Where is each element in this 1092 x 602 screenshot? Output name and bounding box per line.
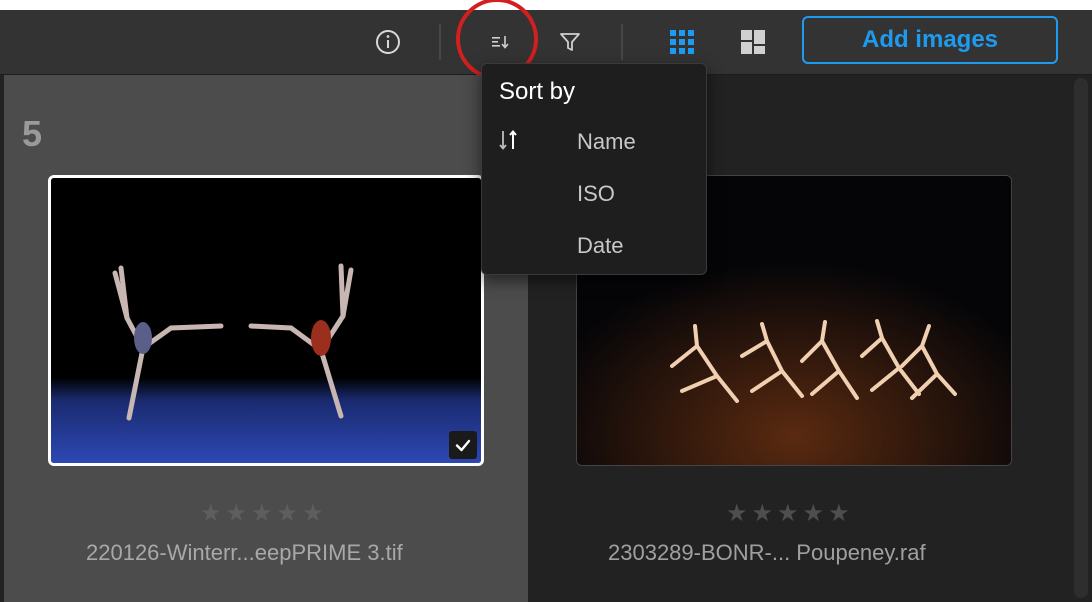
sort-option-label: Name — [577, 129, 636, 154]
sort-option-label: Date — [577, 233, 624, 258]
filename-label: 220126-Winterr...eepPRIME 3.tif — [86, 540, 403, 565]
filename-label: 2303289-BONR-... Poupeney.raf — [608, 540, 926, 565]
sort-option-date[interactable]: Date — [482, 223, 706, 269]
selected-check-icon[interactable] — [449, 431, 477, 459]
star-rating[interactable]: ★★★★★ — [726, 499, 854, 528]
sort-option-iso[interactable]: ISO — [482, 171, 706, 217]
toolbar-separator — [439, 24, 441, 60]
sort-menu: Sort by Name ISO Date — [481, 63, 707, 275]
mosaic-view-icon[interactable] — [737, 10, 769, 74]
toolbar-separator — [621, 24, 623, 60]
dancers-duo-image — [51, 178, 481, 463]
group-number: 5 — [22, 113, 43, 154]
sort-option-name[interactable]: Name — [482, 119, 706, 165]
scrollbar[interactable] — [1074, 78, 1088, 598]
info-icon[interactable] — [370, 10, 406, 74]
window-top-strip — [0, 0, 1092, 10]
sort-option-label: ISO — [577, 181, 615, 206]
image-thumbnail[interactable] — [48, 175, 484, 466]
sort-direction-icon[interactable] — [496, 127, 522, 158]
sort-menu-title: Sort by — [499, 78, 576, 105]
add-images-button[interactable]: Add images — [802, 16, 1058, 64]
star-rating[interactable]: ★★★★★ — [200, 499, 328, 528]
